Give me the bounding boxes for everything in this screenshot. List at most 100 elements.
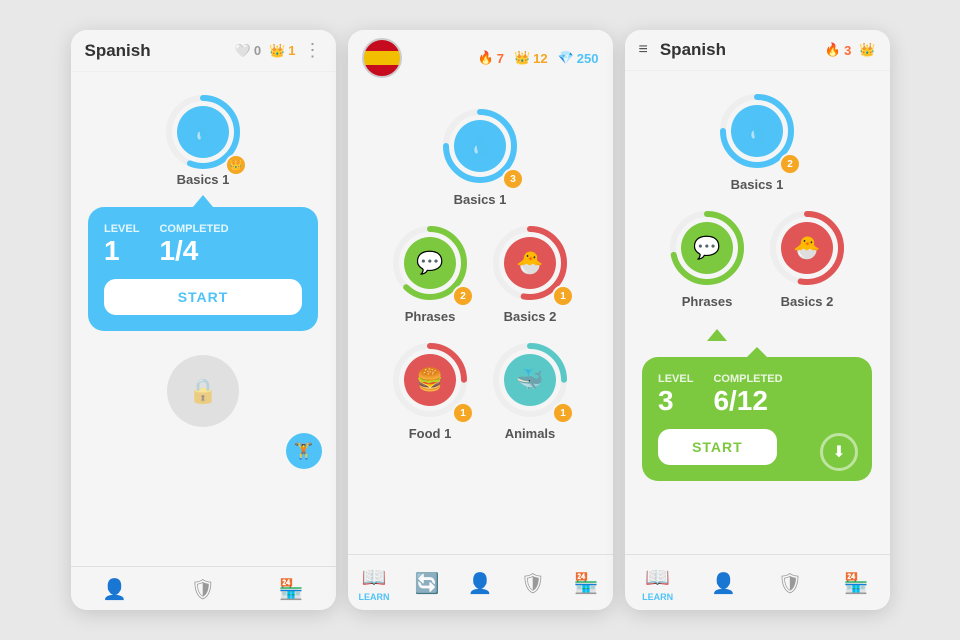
screen2-content: 💧 3 Basics 1 💬 2 Phrases — [348, 86, 613, 554]
nav-learn-2[interactable]: 📖 LEARN — [352, 565, 396, 602]
hearts-stat: 🤍 0 — [235, 43, 261, 59]
popup-stats: Level 1 Completed 1/4 — [104, 223, 302, 267]
shield-icon-3: 🛡 — [777, 571, 802, 596]
download-button[interactable]: ⬇ — [820, 433, 858, 471]
nav-profile-3[interactable]: 👤 — [702, 571, 746, 596]
basics1-badge: 👑 — [225, 154, 247, 176]
s2-food1-badge: 1 — [452, 402, 474, 424]
s3-phrases-icon: 💬 — [681, 222, 733, 274]
header-stats-1: 🤍 0 👑 1 ⋮ — [235, 40, 322, 61]
s2-phrases-label: Phrases — [405, 309, 456, 324]
hearts-value: 0 — [254, 43, 261, 58]
screen3-content: 💧 2 Basics 1 💬 Phrases — [625, 71, 890, 554]
nav-shop-3[interactable]: 🏪 — [834, 571, 878, 596]
s2-basics1-icon: 💧 — [454, 120, 506, 172]
nav-shield-1[interactable]: 🛡 — [181, 577, 225, 602]
s2-basics1-label: Basics 1 — [454, 192, 507, 207]
crowns-stat: 👑 1 — [269, 43, 295, 59]
s2-phrases-icon: 💬 — [404, 237, 456, 289]
dumbbell-section: 🏋 — [81, 443, 326, 463]
fire-value-3: 3 — [844, 43, 851, 58]
screen3-title: Spanish — [660, 40, 817, 60]
level-value-3: 3 — [658, 385, 693, 417]
s2-phrases[interactable]: 💬 2 Phrases — [390, 223, 470, 324]
screens-container: Spanish 🤍 0 👑 1 ⋮ — [51, 10, 910, 630]
s3-basics2-icon: 🐣 — [781, 222, 833, 274]
gem-stat-2: 💎 250 — [558, 50, 599, 66]
basics1-section: 💧 👑 Basics 1 Level 1 Complet — [88, 92, 318, 331]
completed-value-3: 6/12 — [713, 385, 782, 417]
popup-card-3: Level 3 Completed 6/12 START ⬇ — [642, 357, 872, 481]
start-button-3[interactable]: START — [658, 429, 777, 465]
s2-basics2[interactable]: 🐣 1 Basics 2 — [490, 223, 570, 324]
nav-shield-2[interactable]: 🛡 — [511, 571, 555, 596]
hamburger-icon[interactable]: ≡ — [639, 41, 648, 59]
crown-icon: 👑 — [269, 43, 285, 59]
s2-phrases-badge: 2 — [452, 285, 474, 307]
s3-phrases-label: Phrases — [682, 294, 733, 309]
shield-icon: 🛡 — [190, 577, 215, 602]
popup-stats-3: Level 3 Completed 6/12 — [658, 373, 856, 417]
s3-basics1-icon: 💧 — [731, 105, 783, 157]
dumbbell-button[interactable]: 🏋 — [286, 433, 322, 469]
s2-animals-label: Animals — [505, 426, 556, 441]
screen1-title: Spanish — [85, 41, 227, 61]
s2-animals[interactable]: 🐳 1 Animals — [490, 340, 570, 441]
s2-food1[interactable]: 🍔 1 Food 1 — [390, 340, 470, 441]
s2-basics2-label: Basics 2 — [504, 309, 557, 324]
s2-basics1[interactable]: 💧 3 Basics 1 — [440, 106, 520, 207]
crown-icon-2: 👑 — [514, 50, 530, 66]
fire-value-2: 7 — [497, 51, 504, 66]
header-1: Spanish 🤍 0 👑 1 ⋮ — [71, 30, 336, 72]
nav-shield-3[interactable]: 🛡 — [768, 571, 812, 596]
nav-profile-1[interactable]: 👤 — [93, 577, 137, 602]
completed-label-3: Completed — [713, 373, 782, 385]
header-stats-3: 🔥 3 👑 — [825, 42, 876, 58]
nav-practice-2[interactable]: 🔄 — [405, 571, 449, 596]
start-button-1[interactable]: START — [104, 279, 302, 315]
bottom-nav-3: 📖 Learn 👤 🛡 🏪 — [625, 554, 890, 610]
s2-basics2-icon: 🐣 — [504, 237, 556, 289]
learn-icon-3: 📖 — [645, 565, 670, 590]
practice-icon: 🔄 — [415, 571, 440, 596]
s2-skills-row2: 🍔 1 Food 1 🐳 1 Animals — [390, 340, 570, 441]
crowns-value: 1 — [288, 43, 295, 58]
level-label: Level — [104, 223, 139, 235]
s2-animals-badge: 1 — [552, 402, 574, 424]
shop-icon: 🏪 — [279, 577, 304, 602]
learn-label-3: Learn — [642, 592, 673, 602]
fire-stat-3: 🔥 3 — [825, 42, 851, 58]
locked-circle: 🔒 — [167, 355, 239, 427]
menu-dots[interactable]: ⋮ — [304, 40, 322, 61]
s3-basics2[interactable]: 🐣 Basics 2 — [767, 208, 847, 309]
shop-icon-3: 🏪 — [844, 571, 869, 596]
s2-food1-label: Food 1 — [409, 426, 452, 441]
s3-skills-row1: 💬 Phrases 🐣 Basics 2 — [667, 208, 847, 309]
profile-icon: 👤 — [102, 577, 127, 602]
fire-icon-2: 🔥 — [478, 50, 494, 66]
level-stat: Level 1 — [104, 223, 139, 267]
bottom-nav-2: 📖 LEARN 🔄 👤 🛡 🏪 — [348, 554, 613, 610]
s2-skills-row1: 💬 2 Phrases 🐣 1 Basics 2 — [390, 223, 570, 324]
s2-basics2-badge: 1 — [552, 285, 574, 307]
s2-food1-icon: 🍔 — [404, 354, 456, 406]
basics1-icon: 💧 — [177, 106, 229, 158]
basics1-skill[interactable]: 💧 👑 — [163, 92, 243, 172]
fire-icon-3: 🔥 — [825, 42, 841, 58]
heart-icon: 🤍 — [235, 43, 251, 59]
phone-screen-2: 🔥 7 👑 1 2 💎 250 — [348, 30, 613, 610]
completed-value: 1/4 — [159, 235, 228, 267]
profile-icon-2: 👤 — [468, 571, 493, 596]
header-2: 🔥 7 👑 12 💎 250 — [348, 30, 613, 86]
crown-stat-3: 👑 — [859, 42, 875, 58]
profile-icon-3: 👤 — [711, 571, 736, 596]
nav-learn-3[interactable]: 📖 Learn — [636, 565, 680, 602]
s3-basics1[interactable]: 💧 2 Basics 1 — [717, 91, 797, 192]
level-stat-3: Level 3 — [658, 373, 693, 417]
s3-phrases[interactable]: 💬 Phrases — [667, 208, 747, 309]
nav-profile-2[interactable]: 👤 — [458, 571, 502, 596]
nav-shop-2[interactable]: 🏪 — [564, 571, 608, 596]
nav-shop-1[interactable]: 🏪 — [269, 577, 313, 602]
popup-arrow-3 — [707, 329, 727, 341]
header-3: ≡ Spanish 🔥 3 👑 — [625, 30, 890, 71]
